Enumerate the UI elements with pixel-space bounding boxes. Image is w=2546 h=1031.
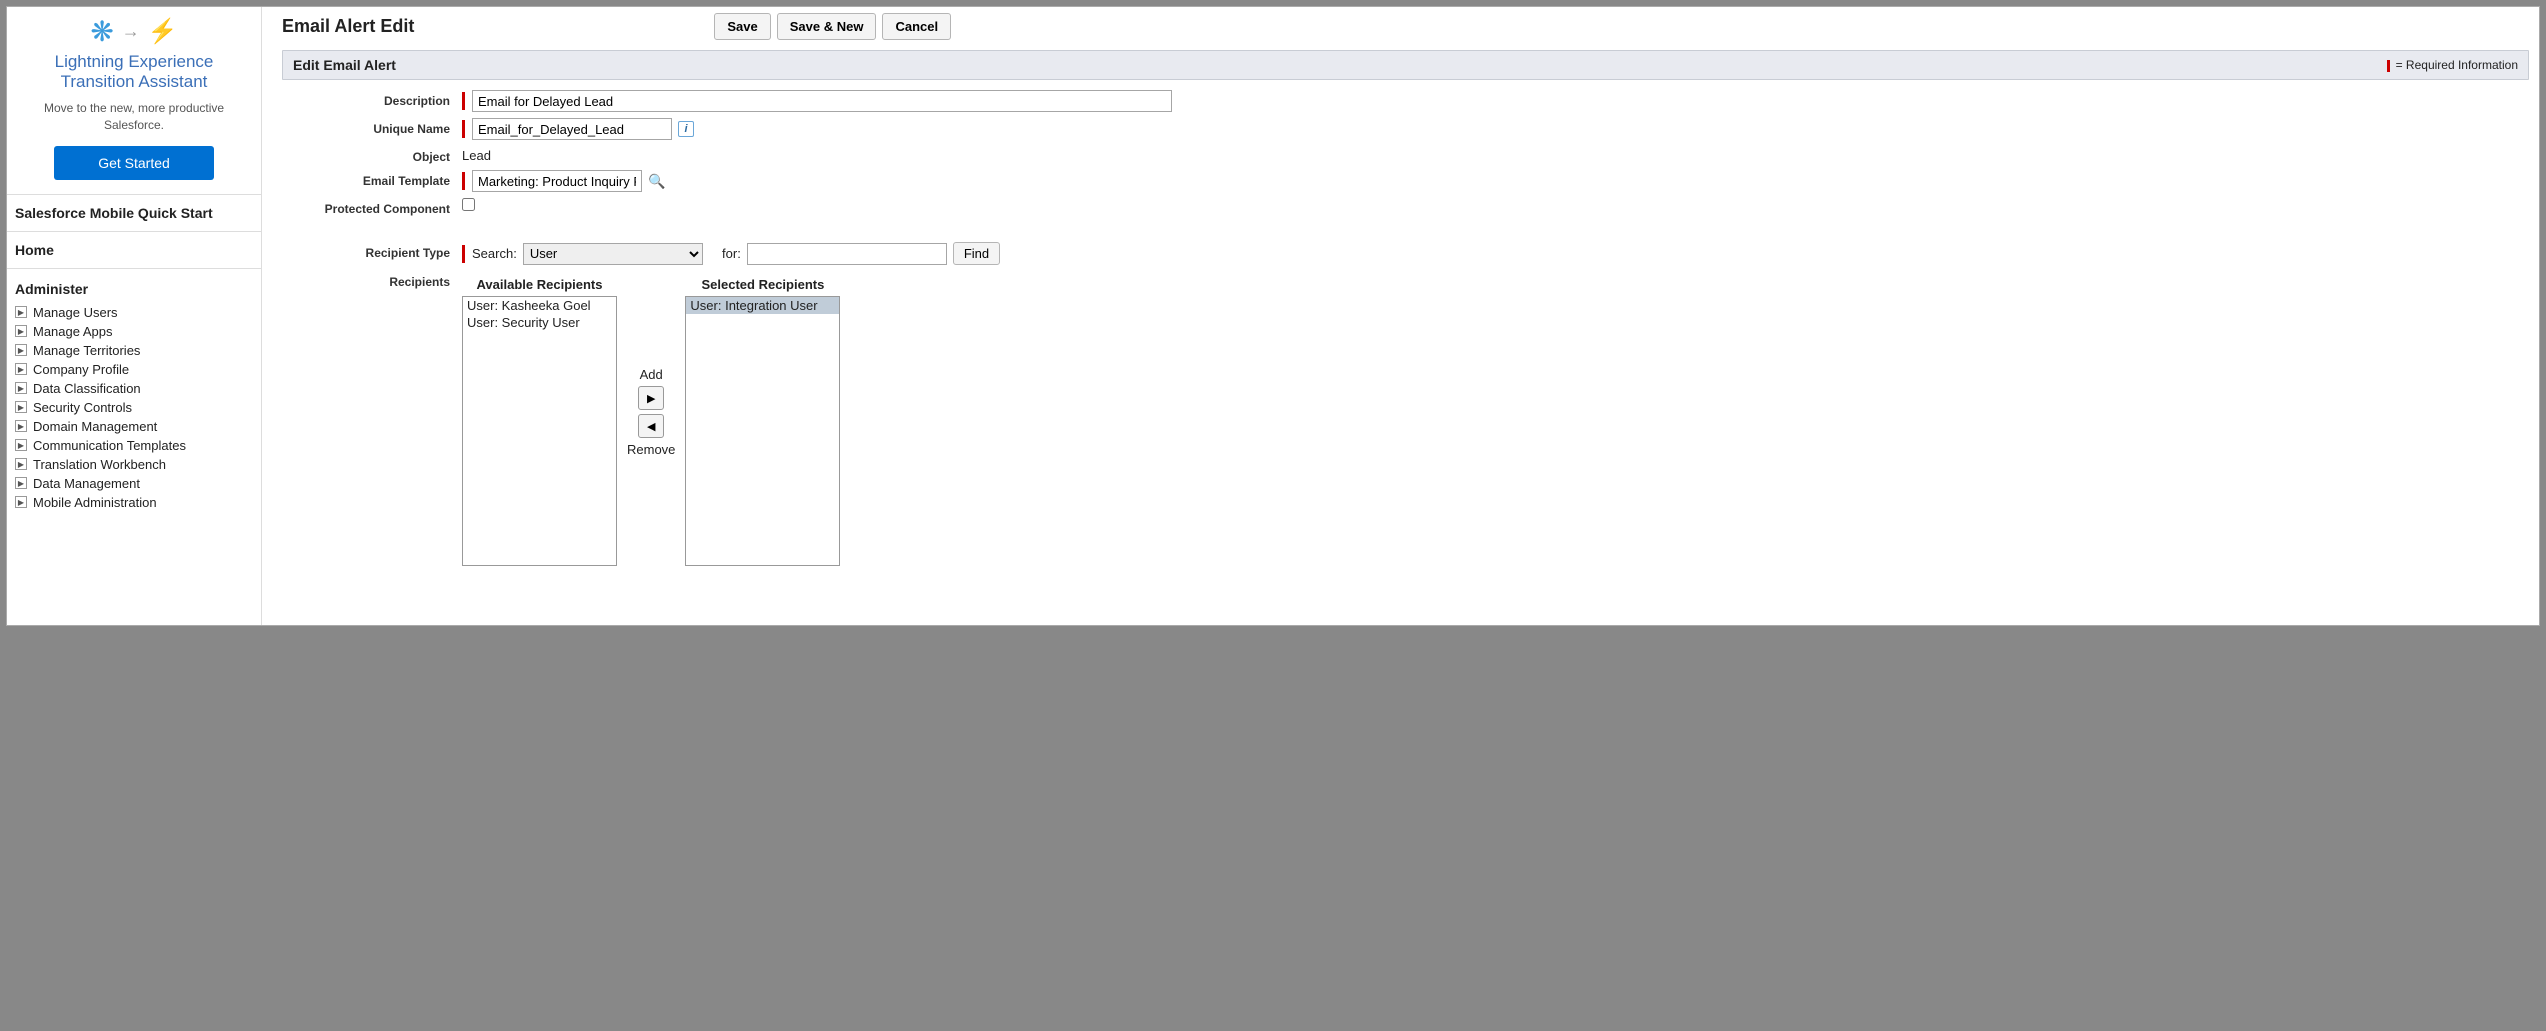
sidebar-item-security-controls[interactable]: ▶ Security Controls (13, 398, 261, 417)
expand-icon[interactable]: ▶ (15, 306, 27, 318)
tree-label: Company Profile (33, 362, 129, 377)
sidebar-item-communication-templates[interactable]: ▶ Communication Templates (13, 436, 261, 455)
expand-icon[interactable]: ▶ (15, 420, 27, 432)
remove-button[interactable]: ◀ (638, 414, 664, 438)
tree-label: Manage Users (33, 305, 118, 320)
tree-label: Communication Templates (33, 438, 186, 453)
add-label: Add (640, 367, 663, 382)
list-item[interactable]: User: Integration User (686, 297, 839, 314)
form: Description Unique Name i Object Lead (282, 90, 2529, 566)
tree-label: Manage Territories (33, 343, 140, 358)
sidebar-item-mobile-quickstart[interactable]: Salesforce Mobile Quick Start (7, 195, 261, 232)
description-input[interactable] (472, 90, 1172, 112)
expand-icon[interactable]: ▶ (15, 344, 27, 356)
expand-icon[interactable]: ▶ (15, 477, 27, 489)
lightning-bolt-icon: ⚡ (148, 17, 178, 46)
email-template-input[interactable] (472, 170, 642, 192)
sidebar-item-domain-management[interactable]: ▶ Domain Management (13, 417, 261, 436)
get-started-button[interactable]: Get Started (54, 146, 214, 180)
label-description: Description (282, 90, 462, 108)
arrow-left-icon: ◀ (647, 420, 655, 433)
section-header: Edit Email Alert = Required Information (282, 50, 2529, 80)
object-value: Lead (462, 146, 491, 163)
expand-icon[interactable]: ▶ (15, 382, 27, 394)
tree-label: Security Controls (33, 400, 132, 415)
cancel-button[interactable]: Cancel (882, 13, 951, 40)
search-label: Search: (472, 246, 517, 261)
page-title: Email Alert Edit (282, 16, 414, 37)
tree-label: Mobile Administration (33, 495, 157, 510)
arrow-right-icon: ▶ (647, 392, 655, 405)
sidebar-item-company-profile[interactable]: ▶ Company Profile (13, 360, 261, 379)
protected-component-checkbox[interactable] (462, 198, 475, 211)
available-recipients-title: Available Recipients (477, 277, 603, 292)
label-unique-name: Unique Name (282, 118, 462, 136)
promo-subtitle: Move to the new, more productive Salesfo… (19, 100, 249, 134)
find-button[interactable]: Find (953, 242, 1000, 265)
expand-icon[interactable]: ▶ (15, 458, 27, 470)
sidebar-item-translation-workbench[interactable]: ▶ Translation Workbench (13, 455, 261, 474)
tree-label: Data Classification (33, 381, 141, 396)
promo-title: Lightning Experience Transition Assistan… (19, 52, 249, 92)
sidebar-item-mobile-administration[interactable]: ▶ Mobile Administration (13, 493, 261, 512)
section-title: Edit Email Alert (293, 57, 396, 73)
arrow-right-icon: → (122, 21, 140, 42)
expand-icon[interactable]: ▶ (15, 363, 27, 375)
label-protected-component: Protected Component (282, 198, 462, 216)
promo-icons: ❋ → ⚡ (19, 15, 249, 48)
sidebar: ❋ → ⚡ Lightning Experience Transition As… (7, 7, 262, 625)
required-marker-icon (462, 92, 465, 110)
tree-label: Domain Management (33, 419, 157, 434)
search-for-input[interactable] (747, 243, 947, 265)
action-buttons: Save Save & New Cancel (714, 13, 951, 40)
tree-label: Translation Workbench (33, 457, 166, 472)
main-content: Email Alert Edit Save Save & New Cancel … (262, 7, 2539, 625)
label-recipients: Recipients (282, 271, 462, 289)
sidebar-item-manage-apps[interactable]: ▶ Manage Apps (13, 322, 261, 341)
add-button[interactable]: ▶ (638, 386, 664, 410)
save-button[interactable]: Save (714, 13, 770, 40)
flower-icon: ❋ (90, 15, 113, 48)
lightning-promo: ❋ → ⚡ Lightning Experience Transition As… (7, 7, 261, 195)
selected-recipients-title: Selected Recipients (702, 277, 825, 292)
required-info-legend: = Required Information (2387, 58, 2518, 72)
required-marker-icon (462, 172, 465, 190)
sidebar-item-manage-territories[interactable]: ▶ Manage Territories (13, 341, 261, 360)
search-type-select[interactable]: User (523, 243, 703, 265)
selected-recipients-list[interactable]: User: Integration User (685, 296, 840, 566)
info-icon[interactable]: i (678, 121, 694, 137)
label-object: Object (282, 146, 462, 164)
expand-icon[interactable]: ▶ (15, 496, 27, 508)
list-item[interactable]: User: Kasheeka Goel (463, 297, 616, 314)
label-recipient-type: Recipient Type (282, 242, 462, 260)
sidebar-item-manage-users[interactable]: ▶ Manage Users (13, 303, 261, 322)
expand-icon[interactable]: ▶ (15, 401, 27, 413)
tree-label: Data Management (33, 476, 140, 491)
required-marker-icon (462, 120, 465, 138)
sidebar-item-home[interactable]: Home (7, 232, 261, 269)
sidebar-item-data-classification[interactable]: ▶ Data Classification (13, 379, 261, 398)
required-marker-icon (462, 245, 465, 263)
admin-tree: ▶ Manage Users ▶ Manage Apps ▶ Manage Terri… (7, 303, 261, 518)
sidebar-item-data-management[interactable]: ▶ Data Management (13, 474, 261, 493)
unique-name-input[interactable] (472, 118, 672, 140)
recipients-dual-list: Available Recipients User: Kasheeka Goel… (462, 277, 840, 566)
remove-label: Remove (627, 442, 675, 457)
label-email-template: Email Template (282, 170, 462, 188)
for-label: for: (722, 246, 741, 261)
sidebar-header-administer: Administer (7, 269, 261, 303)
available-recipients-list[interactable]: User: Kasheeka Goel User: Security User (462, 296, 617, 566)
save-and-new-button[interactable]: Save & New (777, 13, 877, 40)
list-item[interactable]: User: Security User (463, 314, 616, 331)
required-marker-icon (2387, 60, 2390, 72)
lookup-icon[interactable]: 🔍 (648, 172, 666, 190)
tree-label: Manage Apps (33, 324, 113, 339)
required-info-text: = Required Information (2396, 58, 2518, 72)
expand-icon[interactable]: ▶ (15, 325, 27, 337)
page-header: Email Alert Edit Save Save & New Cancel (282, 13, 2529, 40)
expand-icon[interactable]: ▶ (15, 439, 27, 451)
